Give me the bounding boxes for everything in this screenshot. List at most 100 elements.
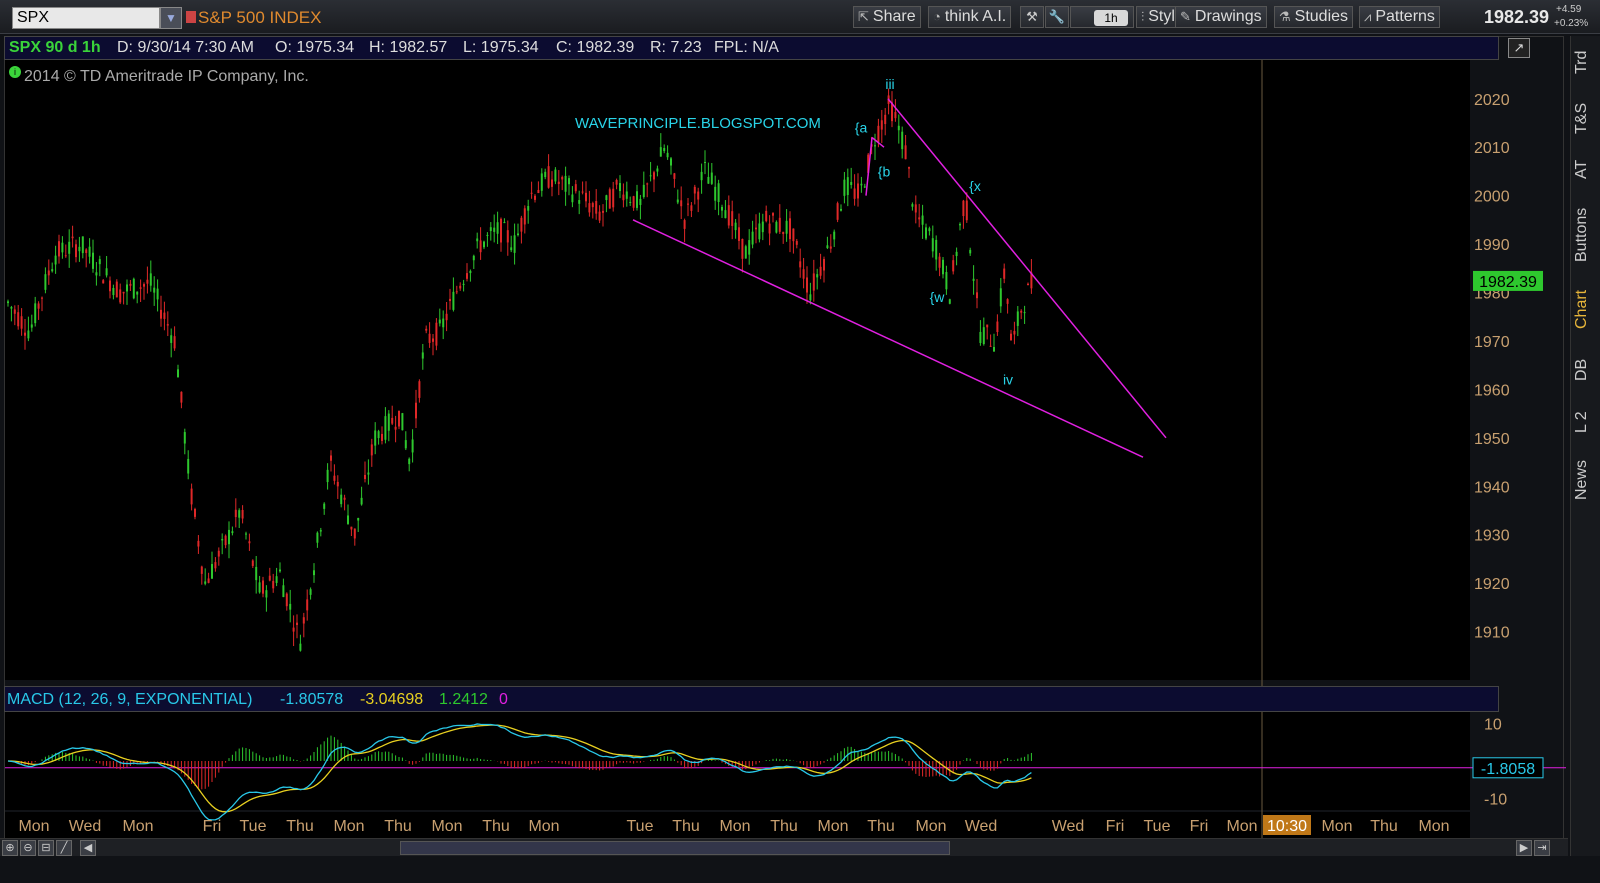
candle-body [697, 191, 700, 200]
zoom-fit-icon[interactable]: ⊟ [38, 840, 54, 856]
tab-time-and-sales[interactable]: T&S [1573, 96, 1599, 140]
zoom-in-icon[interactable]: ⊕ [2, 840, 18, 856]
chart-settings-icon[interactable]: ↗ [1508, 38, 1530, 58]
candle-body [10, 307, 13, 309]
candle-body [489, 227, 492, 232]
candle-body [316, 532, 319, 543]
candle-body [908, 167, 910, 169]
candle-body [646, 183, 649, 185]
candle-body [41, 297, 43, 299]
x-tick-label: Mon [817, 818, 848, 835]
x-tick-label: Fri [1106, 818, 1125, 835]
tab-chart[interactable]: Chart [1573, 284, 1599, 334]
candle-body [918, 217, 921, 220]
y-tick-label: 2000 [1474, 189, 1510, 206]
candle-body [1027, 283, 1029, 286]
candle-body [374, 430, 377, 446]
candle-body [170, 335, 173, 343]
candle-body [727, 205, 730, 226]
candle-body [421, 352, 424, 359]
candle-body [418, 381, 421, 398]
x-tick-label: Mon [1321, 818, 1352, 835]
candle-body [925, 227, 927, 239]
scroll-right-icon[interactable]: ▶ [1516, 840, 1532, 856]
candle-body [483, 241, 485, 248]
candle-body [578, 200, 581, 204]
candle-body [999, 288, 1002, 307]
candle-body [350, 526, 353, 530]
tab-news[interactable]: News [1573, 454, 1599, 506]
time-scrollbar[interactable]: ⊕ ⊖ ⊟ ╱ ◀ ▶ ⇥ [0, 838, 1568, 856]
x-tick-label: Wed [69, 818, 102, 835]
candle-body [364, 474, 366, 480]
candle-body [187, 458, 190, 474]
candle-body [313, 570, 315, 576]
bar-close: C: 1982.39 [556, 39, 635, 56]
wave-annotation: WAVEPRINCIPLE.BLOGSPOT.COM [575, 115, 821, 132]
candle-body [71, 236, 74, 239]
candle-body [496, 222, 499, 234]
candle-body [714, 186, 717, 201]
candle-body [47, 270, 50, 276]
candle-body [520, 217, 523, 232]
candle-body [1003, 268, 1006, 279]
tab-active-trader[interactable]: AT [1573, 154, 1599, 184]
scroll-end-icon[interactable]: ⇥ [1534, 840, 1550, 856]
candle-body [493, 227, 496, 232]
bar-fpl: FPL: N/A [714, 39, 779, 56]
info-icon[interactable]: i [9, 66, 21, 78]
zoom-out-icon[interactable]: ⊖ [20, 840, 36, 856]
candle-body [979, 331, 982, 343]
tab-buttons[interactable]: Buttons [1573, 200, 1599, 270]
candle-body [51, 269, 54, 272]
candle-body [64, 255, 67, 257]
candle-body [993, 346, 995, 352]
candle-body [636, 191, 638, 208]
candle-body [744, 246, 747, 259]
candle-body [452, 291, 455, 310]
candle-body [479, 240, 482, 253]
candle-body [411, 439, 414, 453]
candle-body [299, 643, 302, 651]
bar-range: R: 7.23 [650, 39, 702, 56]
candle-body [693, 186, 696, 194]
tab-trade[interactable]: Trd [1573, 44, 1599, 80]
candle-body [622, 194, 625, 201]
candle-body [826, 245, 829, 249]
candle-body [102, 280, 105, 284]
candle-body [68, 241, 71, 254]
candle-body [384, 416, 387, 440]
tab-level2[interactable]: L 2 [1573, 404, 1599, 440]
candle-body [7, 301, 9, 304]
candle-body [296, 622, 298, 625]
candle-body [173, 336, 176, 349]
candle-body [438, 319, 441, 324]
candle-body [44, 274, 47, 290]
candle-body [982, 327, 985, 345]
candle-body [921, 215, 924, 225]
scrollbar-thumb[interactable] [400, 841, 950, 855]
candle-body [92, 252, 94, 269]
candle-body [425, 328, 428, 331]
candle-body [442, 318, 445, 328]
candle-body [54, 255, 57, 265]
macd-panel-bg [5, 712, 1470, 810]
price-chart[interactable]: 1910192019301940195019601970198019902000… [0, 0, 1568, 838]
candle-body [279, 569, 281, 572]
candle-body [823, 259, 825, 271]
candle-body [574, 184, 577, 192]
candle-body [302, 617, 305, 624]
candle-body [476, 238, 479, 242]
drawing-tool-icon[interactable]: ╱ [56, 840, 72, 856]
macd-tick-label: 10 [1484, 716, 1502, 733]
candle-body [962, 200, 965, 217]
candle-body [503, 222, 506, 224]
candle-body [965, 200, 968, 221]
candle-body [432, 338, 434, 342]
candle-body [670, 158, 672, 166]
candle-body [61, 242, 64, 253]
candle-body [105, 268, 108, 276]
scroll-left-icon[interactable]: ◀ [80, 840, 96, 856]
candle-body [330, 455, 332, 461]
tab-dashboard[interactable]: DB [1573, 350, 1599, 390]
